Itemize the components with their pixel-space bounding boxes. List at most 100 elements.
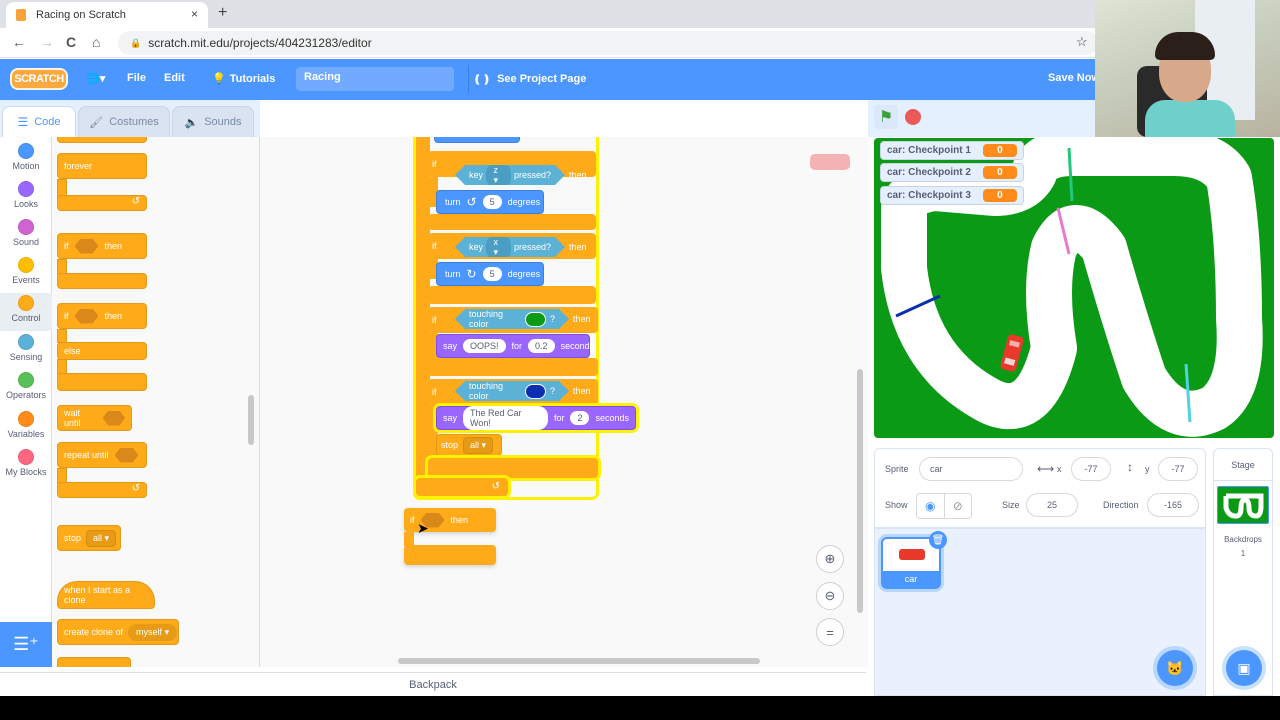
monitor-checkpoint-1[interactable]: car: Checkpoint 1 0 bbox=[880, 141, 1024, 160]
bookmark-star-icon[interactable]: ☆ bbox=[1076, 34, 1088, 50]
save-now-button[interactable]: Save Now bbox=[1048, 72, 1100, 84]
partial-motion-block[interactable] bbox=[434, 137, 520, 143]
message-input[interactable]: The Red Car Won! bbox=[463, 406, 548, 430]
add-backdrop-button[interactable]: ▣ bbox=[1226, 650, 1262, 686]
category-sensing[interactable]: Sensing bbox=[0, 334, 52, 372]
monitor-checkpoint-2[interactable]: car: Checkpoint 2 0 bbox=[880, 163, 1024, 182]
show-visible-button[interactable]: ◉ bbox=[917, 494, 945, 518]
workspace-vertical-scrollbar[interactable] bbox=[857, 369, 863, 613]
key-dropdown[interactable]: x ▾ bbox=[486, 235, 512, 260]
palette-repeat-until-block[interactable]: repeat until bbox=[57, 442, 147, 468]
touching-color-sensor[interactable]: touching color ? bbox=[455, 309, 569, 329]
size-input[interactable]: 25 bbox=[1026, 493, 1078, 517]
delete-sprite-button[interactable]: 🗑 bbox=[929, 531, 947, 549]
back-icon[interactable]: ← bbox=[12, 34, 26, 50]
home-icon[interactable]: ⌂ bbox=[92, 34, 100, 50]
tab-code[interactable]: ☰ Code bbox=[2, 106, 76, 137]
stop-option-value: all bbox=[470, 439, 480, 450]
x-input[interactable]: -77 bbox=[1071, 457, 1111, 481]
zoom-in-button[interactable]: ⊕ bbox=[816, 545, 844, 573]
add-sprite-button[interactable]: 🐱 bbox=[1157, 650, 1193, 686]
stage-canvas[interactable]: car: Checkpoint 1 0 car: Checkpoint 2 0 … bbox=[874, 138, 1274, 438]
say-red-car-won-block[interactable]: say The Red Car Won! for 2 seconds bbox=[436, 406, 636, 430]
direction-input[interactable]: -165 bbox=[1147, 493, 1199, 517]
palette-forever-foot: ↺ bbox=[57, 195, 147, 211]
x-arrows-icon: ⟷ bbox=[1037, 462, 1055, 476]
scratch-logo[interactable]: SCRATCH bbox=[10, 68, 68, 90]
workspace-horizontal-scrollbar[interactable] bbox=[398, 658, 760, 664]
touching-color-sensor[interactable]: touching color ? bbox=[455, 381, 569, 401]
tab-costumes[interactable]: 🖌 Costumes bbox=[78, 106, 170, 137]
palette-block-partial[interactable] bbox=[57, 137, 147, 143]
language-menu[interactable]: 🌐▾ bbox=[86, 72, 105, 85]
backpack[interactable]: Backpack bbox=[0, 672, 866, 696]
url-input[interactable]: 🔒 scratch.mit.edu/projects/404231283/edi… bbox=[118, 31, 1098, 55]
tutorials-button[interactable]: 💡 Tutorials bbox=[212, 72, 275, 86]
zoom-reset-icon: = bbox=[826, 624, 834, 640]
message-input[interactable]: OOPS! bbox=[463, 339, 506, 353]
stop-all-block[interactable]: stop all ▾ bbox=[436, 434, 502, 456]
category-my-blocks[interactable]: My Blocks bbox=[0, 449, 52, 487]
monitor-checkpoint-3[interactable]: car: Checkpoint 3 0 bbox=[880, 186, 1024, 205]
tab-sounds[interactable]: 🔈 Sounds bbox=[172, 106, 254, 137]
seconds-label: seconds bbox=[560, 341, 595, 351]
category-events[interactable]: Events bbox=[0, 257, 52, 295]
seconds-input[interactable]: 2 bbox=[570, 411, 590, 425]
say-oops-block[interactable]: say OOPS! for 0.2 seconds bbox=[436, 334, 594, 358]
stop-option-dropdown[interactable]: all ▾ bbox=[86, 529, 117, 547]
pressed-label: pressed? bbox=[513, 170, 551, 180]
script-workspace[interactable]: if key z ▾ pressed? then turn ↺ 5 degree… bbox=[260, 137, 868, 667]
stage-selector[interactable]: Stage Backdrops 1 ▣ bbox=[1213, 448, 1273, 696]
category-operators[interactable]: Operators bbox=[0, 372, 52, 410]
sprite-name-input[interactable]: car bbox=[919, 457, 1023, 481]
palette-when-clone-hat[interactable]: when I start as a clone bbox=[57, 581, 155, 609]
category-variables[interactable]: Variables bbox=[0, 411, 52, 449]
turn-left-block[interactable]: turn ↺ 5 degrees bbox=[436, 190, 544, 214]
reload-icon[interactable]: C bbox=[66, 34, 76, 50]
category-control[interactable]: Control bbox=[0, 293, 52, 331]
turn-right-block[interactable]: turn ↻ 5 degrees bbox=[436, 262, 544, 286]
palette-create-clone-block[interactable]: create clone of myself ▾ bbox=[57, 619, 179, 645]
image-plus-icon: ▣ bbox=[1237, 659, 1251, 676]
browser-tab[interactable]: Racing on Scratch × bbox=[6, 2, 208, 28]
zoom-out-button[interactable]: ⊖ bbox=[816, 582, 844, 610]
key-dropdown[interactable]: z ▾ bbox=[486, 163, 512, 188]
seconds-input[interactable]: 0.2 bbox=[528, 339, 555, 353]
forward-icon[interactable]: → bbox=[40, 34, 54, 50]
backdrop-thumbnail[interactable] bbox=[1217, 486, 1269, 524]
show-hidden-button[interactable]: ⊘ bbox=[945, 494, 972, 518]
y-input[interactable]: -77 bbox=[1158, 457, 1198, 481]
project-title-input[interactable]: Racing bbox=[296, 67, 454, 91]
key-pressed-sensor[interactable]: key z ▾ pressed? bbox=[455, 165, 565, 185]
see-project-page-button[interactable]: ❪❫ See Project Page bbox=[468, 65, 590, 93]
stop-button[interactable] bbox=[905, 109, 921, 125]
stop-option-dropdown[interactable]: all ▾ bbox=[463, 436, 494, 454]
palette-if-else-block[interactable]: if then bbox=[57, 303, 147, 329]
palette-block-partial[interactable] bbox=[57, 657, 131, 667]
create-clone-label: create clone of bbox=[64, 627, 124, 637]
degrees-input[interactable]: 5 bbox=[482, 195, 502, 209]
palette-scrollbar[interactable] bbox=[248, 395, 254, 445]
clone-target-dropdown[interactable]: myself ▾ bbox=[128, 623, 178, 641]
edit-menu[interactable]: Edit bbox=[164, 72, 185, 84]
wait-until-label: wait until bbox=[64, 408, 81, 428]
zoom-reset-button[interactable]: = bbox=[816, 618, 844, 646]
key-pressed-sensor[interactable]: key x ▾ pressed? bbox=[455, 237, 565, 257]
palette-stop-block[interactable]: stop all ▾ bbox=[57, 525, 121, 551]
car-sprite[interactable] bbox=[1000, 334, 1025, 373]
degrees-input[interactable]: 5 bbox=[482, 267, 502, 281]
add-extension-button[interactable]: ☰⁺ bbox=[0, 622, 52, 667]
palette-if-then-block[interactable]: if then bbox=[57, 233, 147, 259]
url-text: scratch.mit.edu/projects/404231283/edito… bbox=[148, 36, 372, 50]
color-swatch-blue[interactable] bbox=[525, 384, 546, 399]
category-motion[interactable]: Motion bbox=[0, 143, 52, 181]
new-tab-button[interactable]: + bbox=[218, 4, 227, 22]
green-flag-button[interactable]: ⚑ bbox=[874, 105, 898, 129]
color-swatch-green[interactable] bbox=[525, 312, 546, 327]
category-looks[interactable]: Looks bbox=[0, 181, 52, 219]
category-sound[interactable]: Sound bbox=[0, 219, 52, 257]
palette-wait-until-block[interactable]: wait until bbox=[57, 405, 132, 431]
palette-forever-block[interactable]: forever bbox=[57, 153, 147, 179]
close-tab-icon[interactable]: × bbox=[191, 7, 198, 21]
file-menu[interactable]: File bbox=[127, 72, 146, 84]
